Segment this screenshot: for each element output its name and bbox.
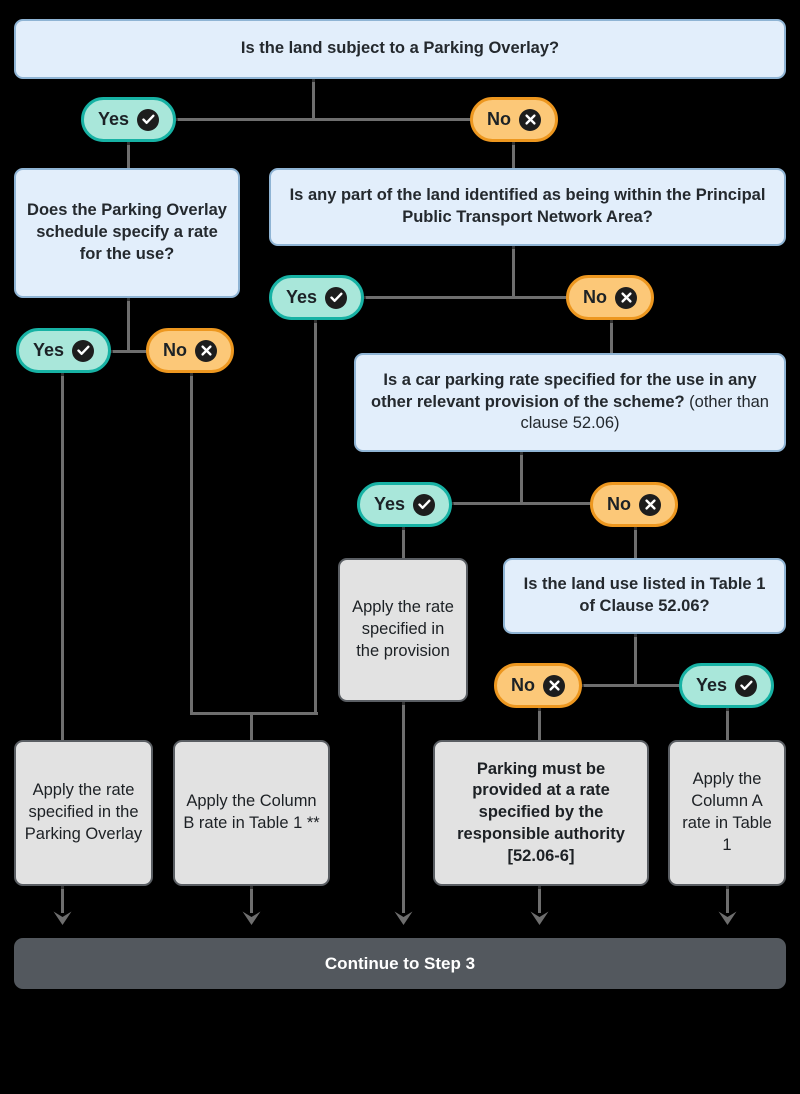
pill-q2-yes[interactable]: Yes	[16, 328, 112, 373]
outcome-box-parking-overlay-rate: Apply the rate specified in the Parking …	[14, 740, 153, 886]
pill-q5-yes[interactable]: Yes	[679, 663, 775, 708]
check-circle-icon	[137, 108, 160, 131]
connector-q5yes-down	[726, 707, 729, 740]
arrow-down-icon-o2	[241, 908, 262, 926]
pill-label-q4-no: No	[607, 494, 631, 514]
outcome-box-provision-rate: Apply the rate specified in the provisio…	[338, 558, 468, 702]
arrow-down-icon-o3	[393, 908, 414, 926]
cross-circle-icon	[615, 286, 637, 309]
pill-q1-yes[interactable]: Yes	[81, 97, 177, 142]
question-box-other-provision-rate: Is a car parking rate specified for the …	[354, 353, 786, 452]
pill-label-q3-yes: Yes	[286, 287, 318, 307]
pill-q5-no[interactable]: No	[494, 663, 582, 708]
outcome-box-responsible-authority: Parking must be provided at a rate speci…	[433, 740, 649, 886]
outcome-box-column-a-rate: Apply the Column A rate in Table 1	[668, 740, 786, 886]
check-circle-icon	[325, 286, 348, 309]
pill-label-q4-yes: Yes	[374, 494, 406, 514]
pill-q4-no[interactable]: No	[590, 482, 678, 527]
pill-q3-yes[interactable]: Yes	[269, 275, 365, 320]
connector-q4-stem	[520, 452, 523, 503]
question-text-q1: Is the land subject to a Parking Overlay…	[240, 39, 560, 58]
flowchart-canvas: Is the land subject to a Parking Overlay…	[0, 0, 800, 1094]
connector-q3no-down	[610, 320, 613, 353]
connector-o2-stem	[250, 712, 253, 741]
question-box-pptn-area: Is any part of the land identified as be…	[269, 168, 786, 246]
arrow-down-icon-o5	[717, 908, 738, 926]
pill-label-q5-no: No	[511, 675, 535, 695]
connector-q5no-down	[538, 707, 541, 740]
pill-label-q3-no: No	[583, 287, 607, 307]
outcome-text-o5: Apply the Column A rate in Table 1	[682, 770, 772, 854]
connector-q4no-down	[634, 526, 637, 558]
cross-circle-icon	[543, 674, 565, 697]
question-text-q2: Does the Parking Overlay schedule specif…	[27, 201, 227, 263]
outcome-text-o4: Parking must be provided at a rate speci…	[457, 759, 625, 865]
check-circle-icon	[72, 339, 95, 362]
connector-q1-stem	[312, 79, 315, 118]
continue-to-step-3-bar[interactable]: Continue to Step 3	[14, 938, 786, 989]
arrow-down-icon-o4	[529, 908, 550, 926]
pill-label-q1-no: No	[487, 109, 511, 129]
question-text-q3: Is any part of the land identified as be…	[289, 186, 766, 226]
question-text-q4: Is a car parking rate specified for the …	[366, 370, 774, 435]
pill-q2-no[interactable]: No	[146, 328, 234, 373]
connector-q2no-down	[190, 373, 193, 715]
pill-label-q1-yes: Yes	[98, 109, 130, 129]
cross-circle-icon	[195, 339, 217, 362]
connector-q1no-down	[512, 142, 515, 168]
check-circle-icon	[735, 674, 758, 697]
connector-q4yes-down	[402, 526, 405, 558]
question-box-table1-listed: Is the land use listed in Table 1 of Cla…	[503, 558, 786, 634]
outcome-text-o3: Apply the rate specified in the provisio…	[352, 598, 454, 660]
arrow-down-icon-o1	[52, 908, 73, 926]
pill-q1-no[interactable]: No	[470, 97, 558, 142]
cross-circle-icon	[519, 108, 541, 131]
outcome-text-o2: Apply the Column B rate in Table 1 **	[183, 792, 320, 832]
question-text-q5: Is the land use listed in Table 1 of Cla…	[523, 575, 766, 615]
cross-circle-icon	[639, 493, 661, 516]
footer-label: Continue to Step 3	[324, 953, 476, 973]
outcome-text-o1: Apply the rate specified in the Parking …	[24, 781, 143, 843]
pill-q4-yes[interactable]: Yes	[357, 482, 453, 527]
question-box-parking-overlay: Is the land subject to a Parking Overlay…	[14, 19, 786, 79]
pill-label-q5-yes: Yes	[696, 675, 728, 695]
connector-q2no-elbow	[190, 712, 318, 715]
connector-o3-to-footer	[402, 702, 405, 913]
outcome-box-column-b-rate: Apply the Column B rate in Table 1 **	[173, 740, 330, 886]
connector-q3yes-down	[314, 320, 317, 715]
pill-q3-no[interactable]: No	[566, 275, 654, 320]
connector-q2yes-down	[61, 373, 64, 740]
question-box-overlay-schedule-rate: Does the Parking Overlay schedule specif…	[14, 168, 240, 298]
pill-label-q2-yes: Yes	[33, 340, 65, 360]
connector-q3-stem	[512, 246, 515, 297]
connector-q2-stem	[127, 298, 130, 351]
check-circle-icon	[413, 493, 436, 516]
pill-label-q2-no: No	[163, 340, 187, 360]
connector-q1yes-down	[127, 142, 130, 168]
connector-q1-branch	[127, 118, 502, 121]
connector-q5-stem	[634, 634, 637, 685]
